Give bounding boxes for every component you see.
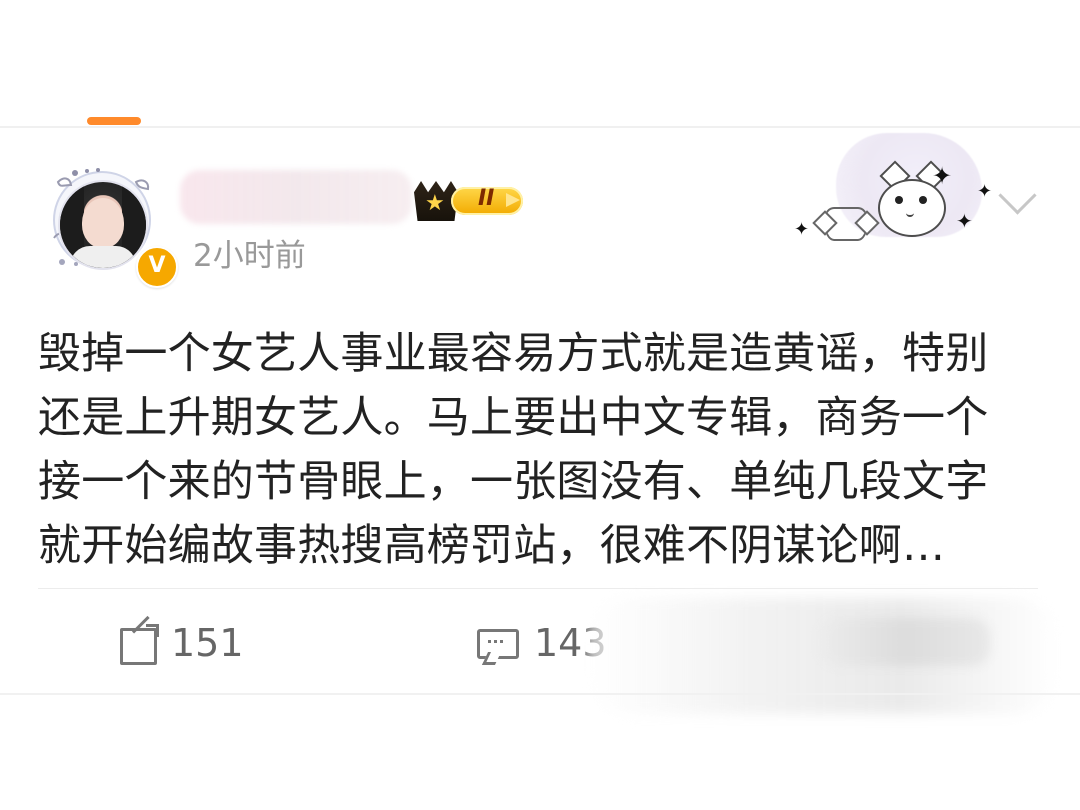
actions-divider	[38, 588, 1038, 589]
vip-badge[interactable]: ★ II	[414, 181, 526, 221]
cat-eye-icon	[895, 196, 903, 204]
post-line: 接一个来的节骨眼上，一张图没有、单纯几段文字	[38, 457, 989, 507]
post-line: 毁掉一个女艺人事业最容易方式就是造黄谣，特别	[38, 329, 989, 379]
verified-label: V	[148, 253, 166, 278]
post-line: 还是上升期女艺人。马上要出中文专辑，商务一个	[38, 393, 989, 443]
decorative-sticker: ✦ ✦ ✦ ✦	[792, 125, 1012, 247]
post-body: 毁掉一个女艺人事业最容易方式就是造黄谣，特别 还是上升期女艺人。马上要出中文专辑…	[38, 322, 1048, 578]
sparkle-icon: ✦	[932, 162, 953, 190]
bow-icon	[824, 207, 868, 241]
post-line: 就开始编故事热搜高榜罚站，很难不阴谋论啊…	[38, 521, 946, 571]
post-timestamp: 2小时前	[193, 238, 306, 274]
share-button[interactable]: 151	[118, 615, 244, 666]
cat-eye-icon	[919, 196, 927, 204]
share-count: 151	[171, 621, 244, 665]
blurred-like-count	[820, 618, 990, 666]
sparkle-icon: ✦	[794, 219, 810, 240]
comment-icon	[475, 623, 519, 665]
lower-divider	[0, 693, 1080, 695]
comment-button[interactable]: 143	[475, 620, 607, 666]
top-background	[0, 0, 1080, 124]
share-icon	[118, 615, 159, 665]
vip-level: II	[478, 186, 495, 211]
sparkle-icon: ✦	[956, 209, 973, 233]
avatar-photo	[58, 180, 148, 270]
avatar[interactable]: V	[32, 150, 178, 290]
active-tab-indicator	[87, 117, 141, 125]
username-blurred[interactable]	[180, 170, 412, 224]
sparkle-icon: ✦	[977, 181, 993, 202]
verified-badge: V	[136, 246, 178, 288]
star-icon: ★	[425, 191, 445, 216]
